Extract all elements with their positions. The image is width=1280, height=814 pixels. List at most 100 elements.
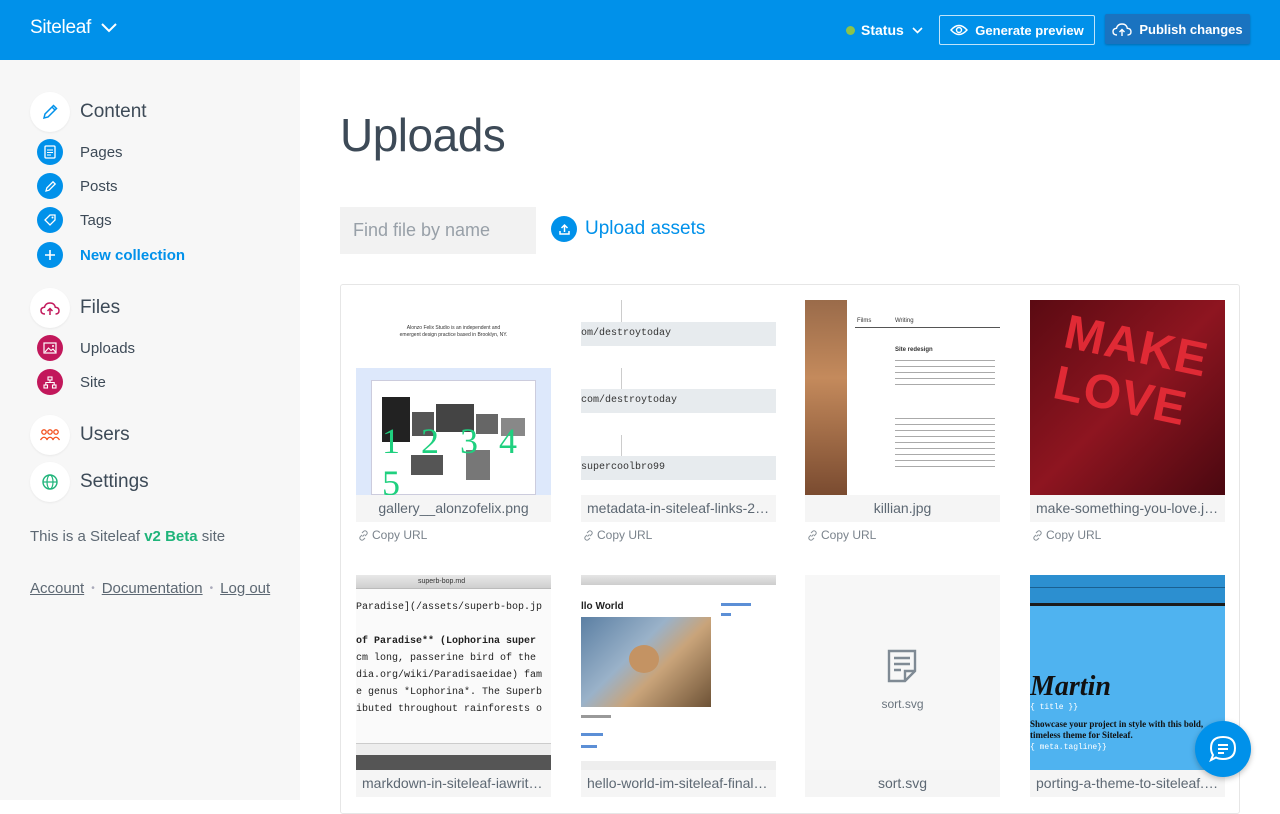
tag-icon xyxy=(37,207,63,233)
file-name: sort.svg xyxy=(805,770,1000,797)
sidebar-item-label: Posts xyxy=(80,177,118,195)
sidebar-item-site[interactable]: Site xyxy=(37,369,106,395)
thumb-heading: llo World xyxy=(581,601,624,612)
logout-link[interactable]: Log out xyxy=(220,580,270,597)
copy-url-link[interactable]: Copy URL xyxy=(1032,528,1101,542)
image-icon xyxy=(37,335,63,361)
generate-preview-label: Generate preview xyxy=(975,22,1084,38)
sidebar-item-label: Site xyxy=(80,373,106,391)
thumb-nav: Writing xyxy=(895,318,914,324)
sidebar-section-content[interactable]: Content xyxy=(30,92,147,132)
thumb-numbers: 1 2 3 4 5 xyxy=(382,421,523,495)
sidebar-section-label: Users xyxy=(80,424,130,445)
separator-dot: • xyxy=(91,583,95,594)
thumb-title: Martin xyxy=(1030,671,1111,702)
page-icon xyxy=(37,139,63,165)
top-bar: Siteleaf Status Generate preview Publish… xyxy=(0,0,1280,60)
globe-icon xyxy=(30,462,70,502)
uploads-grid: Alonzo Felix Studio is an independent an… xyxy=(340,284,1240,814)
copy-url-link[interactable]: Copy URL xyxy=(358,528,427,542)
sidebar-section-users[interactable]: Users xyxy=(30,415,130,455)
file-thumbnail: MAKE LOVE xyxy=(1030,300,1225,495)
file-name: gallery__alonzofelix.png xyxy=(356,495,551,522)
link-icon xyxy=(359,529,368,541)
sidebar-item-tags[interactable]: Tags xyxy=(37,207,112,233)
publish-changes-button[interactable]: Publish changes xyxy=(1105,14,1250,44)
sidebar-section-label: Settings xyxy=(80,471,149,492)
file-thumbnail: sort.svg xyxy=(805,575,1000,770)
copy-url-label: Copy URL xyxy=(821,528,877,542)
footer-links: Account • Documentation • Log out xyxy=(30,580,270,597)
status-label: Status xyxy=(861,22,904,38)
file-name: metadata-in-siteleaf-links-2.png xyxy=(581,495,776,522)
thumb-line: om/destroytoday xyxy=(581,328,672,339)
upload-assets-button[interactable]: Upload assets xyxy=(551,216,705,242)
copy-url-label: Copy URL xyxy=(597,528,653,542)
documentation-link[interactable]: Documentation xyxy=(102,580,203,597)
sidebar-item-pages[interactable]: Pages xyxy=(37,139,123,165)
status-dot-icon xyxy=(846,25,855,35)
eye-icon xyxy=(950,24,969,36)
cloud-upload-icon xyxy=(30,288,70,328)
status-menu[interactable]: Status xyxy=(846,22,923,38)
thumb-line: supercoolbro99 xyxy=(581,462,666,473)
beta-suffix: site xyxy=(201,528,226,545)
sidebar-item-new-collection[interactable]: New collection xyxy=(37,242,185,268)
cloud-upload-icon xyxy=(1112,22,1133,36)
chat-icon xyxy=(1209,735,1237,763)
sidebar-item-posts[interactable]: Posts xyxy=(37,173,118,199)
file-name: markdown-in-siteleaf-iawriter.png xyxy=(356,770,551,797)
account-link[interactable]: Account xyxy=(30,580,84,597)
file-name: hello-world-im-siteleaf-final.png xyxy=(581,770,776,797)
sidebar-item-label: New collection xyxy=(80,246,186,264)
sidebar-item-uploads[interactable]: Uploads xyxy=(37,335,135,361)
sidebar-item-label: Pages xyxy=(80,143,123,161)
plus-icon xyxy=(37,242,63,268)
thumb-nav: Films xyxy=(857,318,872,324)
copy-url-label: Copy URL xyxy=(1046,528,1102,542)
link-icon xyxy=(584,529,593,541)
copy-url-link[interactable]: Copy URL xyxy=(807,528,876,542)
thumb-text: MAKE LOVE xyxy=(1048,305,1213,437)
chevron-down-icon xyxy=(101,23,117,33)
file-name: killian.jpg xyxy=(805,495,1000,522)
sidebar-item-label: Uploads xyxy=(80,339,136,357)
file-thumbnail: Films Writing Site redesign xyxy=(805,300,1000,495)
site-switcher[interactable]: Siteleaf xyxy=(30,17,117,39)
thumb-heading: Site redesign xyxy=(895,347,933,353)
file-thumbnail: llo World xyxy=(581,575,776,770)
file-thumbnail: om/destroytoday com/destroytoday superco… xyxy=(581,300,776,495)
thumb-caption: Alonzo Felix Studio is an independent an… xyxy=(399,325,508,338)
sitemap-icon xyxy=(37,369,63,395)
sidebar-section-settings[interactable]: Settings xyxy=(30,462,149,502)
copy-url-link[interactable]: Copy URL xyxy=(583,528,652,542)
pencil-icon xyxy=(30,92,70,132)
thumb-label: sort.svg xyxy=(881,697,924,711)
file-name: make-something-you-love.jpg xyxy=(1030,495,1225,522)
chat-button[interactable] xyxy=(1195,721,1251,777)
search-input[interactable] xyxy=(340,207,536,254)
upload-icon xyxy=(551,216,577,242)
generate-preview-button[interactable]: Generate preview xyxy=(939,15,1095,45)
link-icon xyxy=(1033,529,1042,541)
sidebar-section-label: Content xyxy=(80,101,147,122)
thumb-sub: { title }} xyxy=(1030,703,1079,712)
pencil-icon xyxy=(37,173,63,199)
file-thumbnail: Alonzo Felix Studio is an independent an… xyxy=(356,300,551,495)
file-icon xyxy=(887,649,917,683)
file-thumbnail: superb-bop.md Paradise](/assets/superb-b… xyxy=(356,575,551,770)
sidebar-section-files[interactable]: Files xyxy=(30,288,120,328)
chevron-down-icon xyxy=(912,26,923,34)
beta-notice: This is a Siteleaf v2 Beta site xyxy=(30,528,225,545)
sidebar-section-label: Files xyxy=(80,297,121,318)
users-icon xyxy=(30,415,70,455)
link-icon xyxy=(808,529,817,541)
page-title: Uploads xyxy=(340,109,506,161)
upload-assets-label: Upload assets xyxy=(585,218,706,239)
site-name: Siteleaf xyxy=(30,17,91,38)
sidebar-item-label: Tags xyxy=(80,211,112,229)
file-name: porting-a-theme-to-siteleaf.png xyxy=(1030,770,1225,797)
thumb-title: superb-bop.md xyxy=(418,578,466,585)
publish-changes-label: Publish changes xyxy=(1139,21,1243,37)
sidebar: Content Pages Posts Tags New collection … xyxy=(0,60,300,800)
